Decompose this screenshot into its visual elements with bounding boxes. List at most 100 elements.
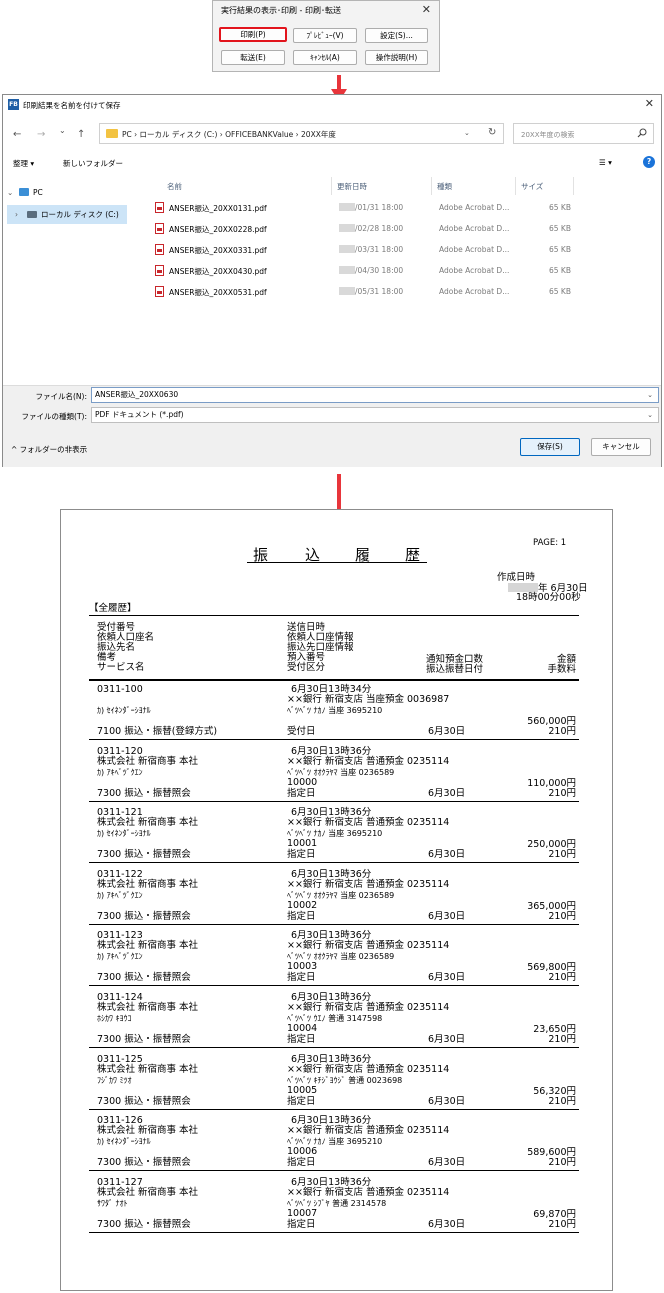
fee: 210円 — [548, 910, 576, 922]
chevron-down-icon[interactable]: ⌄ — [464, 129, 470, 137]
settings-button[interactable]: 設定(S)... — [365, 28, 428, 43]
tree-item-pc[interactable]: ⌄ PC — [7, 183, 127, 202]
record-id: 0311-100 — [97, 684, 143, 695]
file-type: Adobe Acrobat D... — [439, 266, 510, 275]
service-name: 7300 振込・振替照会 — [97, 972, 191, 984]
expander-icon[interactable]: › — [7, 205, 27, 224]
header-cell: 受付区分 — [287, 662, 326, 673]
requester-account: ××銀行 新宿支店 普通預金 0235114 — [287, 1063, 450, 1075]
filename-field[interactable]: ANSER振込_20XX0630 ⌄ — [91, 387, 659, 403]
file-row[interactable]: ANSER振込_20XX0331.pdf /03/31 18:00 Adobe … — [139, 241, 579, 261]
new-folder-button[interactable]: 新しいフォルダー — [63, 158, 123, 169]
cancel-button[interactable]: キャンセル — [591, 438, 651, 456]
service-name: 7100 振込・振替(登録方式) — [97, 726, 218, 737]
payee-name: ｶ) ｾｲﾈﾝﾀﾞｰｼﾖﾅﾙ — [97, 829, 151, 839]
transfer-date: 6月30日 — [428, 1157, 466, 1169]
deposit-number: 10000 — [287, 776, 318, 788]
refresh-icon[interactable]: ↻ — [488, 127, 496, 138]
record-divider — [89, 800, 579, 802]
record-divider — [89, 1047, 579, 1048]
filename-value: ANSER振込_20XX0630 — [95, 390, 179, 399]
recent-locations-icon[interactable]: ⌄ — [59, 126, 66, 135]
expander-icon[interactable]: ⌄ — [7, 183, 19, 202]
acceptance-type: 指定日 — [287, 1034, 316, 1045]
file-name: ANSER振込_20XX0228.pdf — [169, 225, 267, 234]
service-name: 7300 振込・振替照会 — [97, 1034, 191, 1045]
hide-folders-toggle[interactable]: ^ フォルダーの非表示 — [11, 444, 87, 455]
chevron-down-icon[interactable]: ⌄ — [647, 388, 653, 402]
service-name: 7300 振込・振替照会 — [97, 910, 191, 922]
file-size: 65 KB — [549, 224, 571, 233]
file-row[interactable]: ANSER振込_20XX0531.pdf /05/31 18:00 Adobe … — [139, 283, 579, 303]
requester-name: 株式会社 新宿商事 本社 — [97, 1002, 199, 1013]
search-icon — [637, 128, 647, 141]
file-size: 65 KB — [549, 203, 571, 212]
fee: 210円 — [548, 1095, 576, 1107]
created-time: 18時00分00秒 — [516, 592, 581, 603]
file-row[interactable]: ANSER振込_20XX0430.pdf /04/30 18:00 Adobe … — [139, 262, 579, 282]
help-button[interactable]: 操作説明(H) — [365, 50, 428, 65]
file-size: 65 KB — [549, 287, 571, 296]
requester-account: ××銀行 新宿支店 普通預金 0235114 — [287, 940, 450, 952]
disk-icon — [27, 211, 37, 218]
service-name: 7300 振込・振替照会 — [97, 1218, 191, 1230]
save-button[interactable]: 保存(S) — [520, 438, 580, 456]
filetype-select[interactable]: PDF ドキュメント (*.pdf) ⌄ — [91, 407, 659, 423]
transfer-date: 6月30日 — [428, 787, 466, 799]
column-header-type[interactable]: 種類 — [437, 181, 452, 192]
breadcrumb[interactable]: PC › ローカル ディスク (C:) › OFFICEBANKValue › … — [122, 129, 336, 140]
requester-name: 株式会社 新宿商事 本社 — [97, 878, 199, 890]
requester-name: 株式会社 新宿商事 本社 — [97, 1063, 199, 1075]
close-icon[interactable]: ✕ — [645, 97, 654, 110]
back-icon[interactable]: ← — [13, 129, 21, 140]
print-button[interactable]: 印刷(P) — [219, 27, 287, 42]
fee: 210円 — [548, 1218, 576, 1230]
file-list: 名前 更新日時 種類 サイズ ANSER振込_20XX0131.pdf /01/… — [139, 175, 659, 385]
close-icon[interactable]: ✕ — [422, 3, 431, 16]
transfer-button[interactable]: 転送(E) — [221, 50, 285, 65]
transfer-date: 6月30日 — [428, 972, 466, 984]
view-options-button[interactable]: ☰ ▾ — [599, 158, 612, 167]
pc-icon — [19, 188, 29, 196]
deposit-number: 10001 — [287, 838, 318, 850]
up-folder-icon[interactable]: ↑ — [77, 129, 85, 140]
file-row[interactable]: ANSER振込_20XX0131.pdf /01/31 18:00 Adobe … — [139, 199, 579, 219]
created-label: 作成日時 — [497, 572, 536, 583]
deposit-number: 10006 — [287, 1146, 318, 1158]
acceptance-type: 指定日 — [287, 1095, 316, 1107]
file-size: 65 KB — [549, 266, 571, 275]
transfer-date: 6月30日 — [428, 1034, 466, 1045]
acceptance-type: 指定日 — [287, 787, 316, 799]
requester-name: 株式会社 新宿商事 本社 — [97, 940, 199, 952]
column-header-size[interactable]: サイズ — [521, 181, 543, 192]
requester-account: ××銀行 新宿支店 普通預金 0235114 — [287, 1002, 450, 1013]
address-bar[interactable]: PC › ローカル ディスク (C:) › OFFICEBANKValue › … — [99, 123, 504, 144]
payee-name: ﾌｼﾞｶﾜ ﾐﾂｵ — [97, 1075, 132, 1085]
service-name: 7300 振込・振替照会 — [97, 1157, 191, 1169]
chevron-down-icon[interactable]: ⌄ — [647, 408, 653, 422]
record-divider — [89, 985, 579, 987]
column-header-name[interactable]: 名前 — [167, 181, 182, 192]
acceptance-type: 指定日 — [287, 849, 316, 861]
filetype-value: PDF ドキュメント (*.pdf) — [95, 410, 184, 419]
forward-icon[interactable]: → — [37, 129, 45, 140]
requester-name: 株式会社 新宿商事 本社 — [97, 1125, 199, 1137]
cancel-button[interactable]: ｷｬﾝｾﾙ(A) — [293, 50, 357, 65]
help-icon[interactable]: ? — [643, 156, 655, 168]
requester-account: ××銀行 新宿支店 当座預金 0036987 — [287, 694, 450, 705]
deposit-number: 10004 — [287, 1023, 318, 1034]
section-label: 【全履歴】 — [89, 603, 137, 614]
search-input[interactable]: 20XX年度の検索 — [513, 123, 654, 144]
payee-name: ｻﾜﾀﾞ ﾅｵﾄ — [97, 1198, 128, 1208]
requester-account: ××銀行 新宿支店 普通預金 0235114 — [287, 1125, 450, 1137]
column-header-date[interactable]: 更新日時 — [337, 181, 367, 192]
acceptance-type: 指定日 — [287, 972, 316, 984]
organize-button[interactable]: 整理 ▾ — [13, 158, 34, 169]
file-date: /03/31 18:00 — [355, 245, 404, 254]
fee: 210円 — [548, 849, 576, 861]
file-row[interactable]: ANSER振込_20XX0228.pdf /02/28 18:00 Adobe … — [139, 220, 579, 240]
preview-button[interactable]: ﾌﾟﾚﾋﾞｭｰ(V) — [293, 28, 357, 43]
file-type: Adobe Acrobat D... — [439, 245, 510, 254]
service-name: 7300 振込・振替照会 — [97, 787, 191, 799]
tree-item-local-disk[interactable]: › ローカル ディスク (C:) — [7, 205, 127, 224]
